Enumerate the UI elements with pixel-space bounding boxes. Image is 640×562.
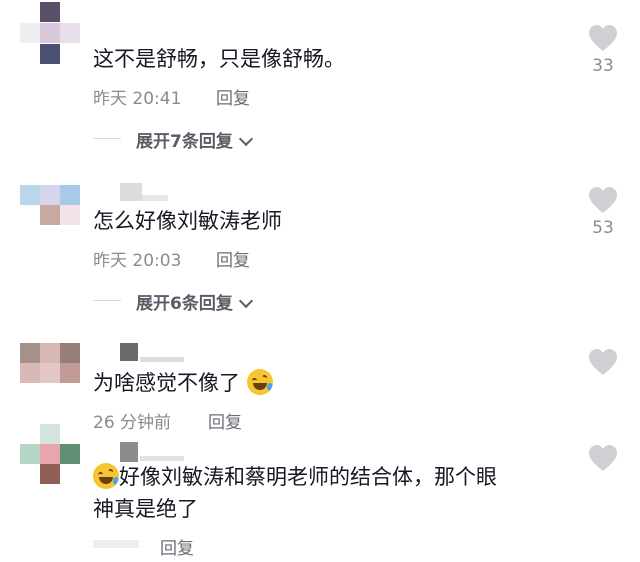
expand-label: 展开6条回复 <box>136 294 233 314</box>
chevron-down-icon <box>238 293 253 309</box>
comment-text-line2: 神真是绝了 <box>93 497 198 521</box>
reply-button[interactable]: 回复 <box>216 246 250 271</box>
like-count: 33 <box>592 56 614 76</box>
divider <box>93 300 121 301</box>
expand-replies-button[interactable]: 展开7条回复 <box>136 127 253 152</box>
heart-icon[interactable] <box>588 186 618 214</box>
comment-text[interactable]: 好像刘敏涛和蔡明老师的结合体，那个眼 <box>93 462 497 492</box>
comment-text: 怎么好像刘敏涛老师 <box>93 209 282 233</box>
avatar[interactable] <box>20 185 80 227</box>
reply-button[interactable]: 回复 <box>208 408 242 433</box>
comment-time: 26 分钟前 <box>93 413 172 433</box>
username-placeholder <box>120 183 142 201</box>
heart-icon[interactable] <box>588 24 618 52</box>
username-placeholder <box>140 456 184 461</box>
comment-text[interactable]: 为啥感觉不像了 <box>93 368 273 398</box>
chevron-down-icon <box>238 131 253 147</box>
comment-time: 昨天 20:03 <box>93 251 182 271</box>
avatar[interactable] <box>20 2 80 66</box>
username-placeholder <box>140 357 184 362</box>
expand-label: 展开7条回复 <box>136 132 233 152</box>
username-placeholder <box>142 195 168 201</box>
heart-icon[interactable] <box>588 444 618 472</box>
username-placeholder <box>120 343 138 361</box>
avatar[interactable] <box>20 343 80 385</box>
reply-button[interactable]: 回复 <box>216 84 250 109</box>
comment-time: 昨天 20:41 <box>93 89 182 109</box>
reply-button[interactable]: 回复 <box>160 534 194 559</box>
rofl-emoji-icon <box>93 463 119 489</box>
comment-text-content: 为啥感觉不像了 <box>93 371 240 395</box>
divider <box>93 138 121 139</box>
avatar[interactable] <box>20 424 80 484</box>
heart-icon[interactable] <box>588 348 618 376</box>
time-placeholder <box>93 540 139 548</box>
expand-replies-button[interactable]: 展开6条回复 <box>136 289 253 314</box>
like-count: 53 <box>592 218 614 238</box>
username-placeholder <box>120 442 138 462</box>
comment-text: 这不是舒畅，只是像舒畅。 <box>93 47 345 71</box>
comment-text-line1: 好像刘敏涛和蔡明老师的结合体，那个眼 <box>119 465 497 489</box>
rofl-emoji-icon <box>246 369 273 395</box>
